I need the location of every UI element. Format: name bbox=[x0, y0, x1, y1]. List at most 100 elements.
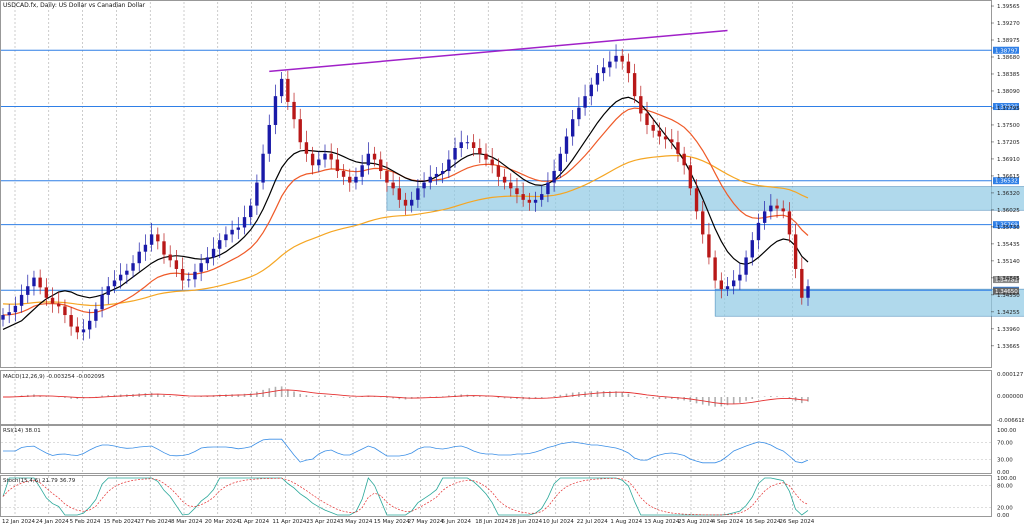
support-zone bbox=[714, 288, 1024, 317]
candle-body bbox=[725, 286, 730, 290]
rsi-tick-label: 70.00 bbox=[997, 441, 1013, 447]
candle-body bbox=[719, 280, 723, 290]
x-tick-label: 10 Jul 2024 bbox=[543, 519, 575, 525]
candle-body bbox=[440, 171, 445, 174]
candle-body bbox=[447, 159, 451, 172]
candle-body bbox=[88, 320, 92, 330]
y-tick-label: 1.38975 bbox=[997, 38, 1020, 44]
candle-body bbox=[292, 101, 296, 120]
candle-body bbox=[459, 142, 463, 148]
candle-body bbox=[273, 96, 278, 125]
candle-body bbox=[112, 280, 117, 287]
y-tick-label: 1.36910 bbox=[997, 157, 1020, 163]
candle-body bbox=[434, 173, 439, 177]
macd-panel bbox=[0, 370, 992, 425]
candle-body bbox=[775, 205, 779, 209]
y-tick-label: 1.35140 bbox=[997, 259, 1020, 265]
y-tick-label: 1.38385 bbox=[997, 72, 1020, 78]
x-tick-label: 5 Feb 2024 bbox=[70, 519, 101, 525]
candle-body bbox=[137, 251, 141, 264]
candle-body bbox=[793, 234, 798, 269]
x-tick-label: 4 Sep 2024 bbox=[712, 519, 744, 525]
candle-body bbox=[583, 96, 587, 108]
x-tick-label: 24 Jan 2024 bbox=[36, 519, 69, 525]
candle-body bbox=[118, 274, 123, 281]
y-tick-label: 1.37795 bbox=[997, 106, 1020, 112]
candle-body bbox=[279, 78, 284, 97]
candle-body bbox=[81, 329, 86, 333]
stoch-tick-label: 20.00 bbox=[997, 506, 1013, 512]
x-tick-label: 28 Jun 2024 bbox=[509, 519, 543, 525]
x-tick-label: 27 May 2024 bbox=[408, 519, 444, 525]
candle-body bbox=[484, 153, 488, 160]
candle-body bbox=[156, 234, 160, 242]
candle-body bbox=[589, 84, 593, 97]
candle-body bbox=[694, 188, 699, 212]
candle-body bbox=[174, 260, 179, 269]
candle-body bbox=[335, 159, 340, 172]
candle-body bbox=[329, 153, 333, 160]
candle-body bbox=[50, 297, 55, 304]
candle-body bbox=[372, 153, 377, 160]
candle-body bbox=[218, 240, 222, 249]
candle-body bbox=[57, 303, 61, 307]
candle-body bbox=[131, 263, 135, 271]
candle-body bbox=[732, 280, 736, 287]
candle-body bbox=[564, 136, 569, 154]
candle-body bbox=[663, 136, 668, 140]
x-tick-label: 12 Jan 2024 bbox=[2, 519, 35, 525]
x-tick-label: 11 Apr 2024 bbox=[272, 519, 307, 525]
macd-tick-label: 0.000127 bbox=[997, 372, 1024, 378]
candle-body bbox=[416, 188, 420, 200]
candle-body bbox=[379, 159, 383, 172]
x-tick-label: 16 Sep 2024 bbox=[746, 519, 781, 525]
candle-body bbox=[32, 277, 36, 287]
candle-body bbox=[38, 277, 42, 288]
candle-body bbox=[230, 229, 234, 235]
macd-label: MACD(12,26,9) -0.003254 -0.002095 bbox=[3, 374, 105, 380]
candle-body bbox=[13, 305, 18, 313]
y-tick-label: 1.36320 bbox=[997, 191, 1020, 197]
y-tick-label: 1.34845 bbox=[997, 276, 1020, 282]
candle-body bbox=[1, 315, 5, 320]
candle-body bbox=[608, 61, 612, 68]
candle-body bbox=[515, 188, 519, 195]
candle-body bbox=[19, 294, 24, 306]
rsi-panel bbox=[0, 425, 992, 474]
candle-body bbox=[502, 176, 507, 183]
y-tick-label: 1.34550 bbox=[997, 293, 1020, 299]
candle-body bbox=[249, 205, 253, 218]
x-tick-label: 15 May 2024 bbox=[374, 519, 410, 525]
candle-body bbox=[533, 199, 538, 203]
candle-body bbox=[187, 279, 191, 281]
y-tick-label: 1.38680 bbox=[997, 55, 1020, 61]
candle-body bbox=[521, 194, 525, 200]
y-tick-label: 1.33665 bbox=[997, 344, 1020, 350]
candle-body bbox=[806, 286, 810, 298]
candle-body bbox=[304, 142, 309, 154]
candle-body bbox=[552, 171, 556, 183]
x-tick-label: 1 Aug 2024 bbox=[610, 519, 642, 525]
y-tick-label: 1.34255 bbox=[997, 310, 1020, 316]
x-tick-label: 23 Aug 2024 bbox=[678, 519, 714, 525]
candle-body bbox=[199, 263, 203, 272]
candle-body bbox=[63, 306, 67, 316]
candle-body bbox=[385, 171, 389, 183]
candle-body bbox=[707, 234, 711, 258]
candle-body bbox=[701, 211, 705, 235]
candle-body bbox=[168, 254, 172, 261]
candle-body bbox=[657, 130, 662, 137]
candle-body bbox=[69, 315, 73, 327]
candle-body bbox=[422, 182, 426, 189]
candle-body bbox=[682, 153, 686, 166]
macd-tick-label: -0.006618 bbox=[997, 418, 1024, 424]
candle-body bbox=[453, 148, 457, 160]
candle-body bbox=[366, 153, 371, 166]
candle-body bbox=[769, 205, 773, 212]
candle-body bbox=[490, 159, 494, 166]
candle-body bbox=[509, 182, 513, 189]
candle-body bbox=[75, 326, 79, 333]
x-tick-label: 27 Feb 2024 bbox=[137, 519, 172, 525]
y-tick-label: 1.37500 bbox=[997, 123, 1020, 129]
candle-body bbox=[323, 153, 327, 160]
